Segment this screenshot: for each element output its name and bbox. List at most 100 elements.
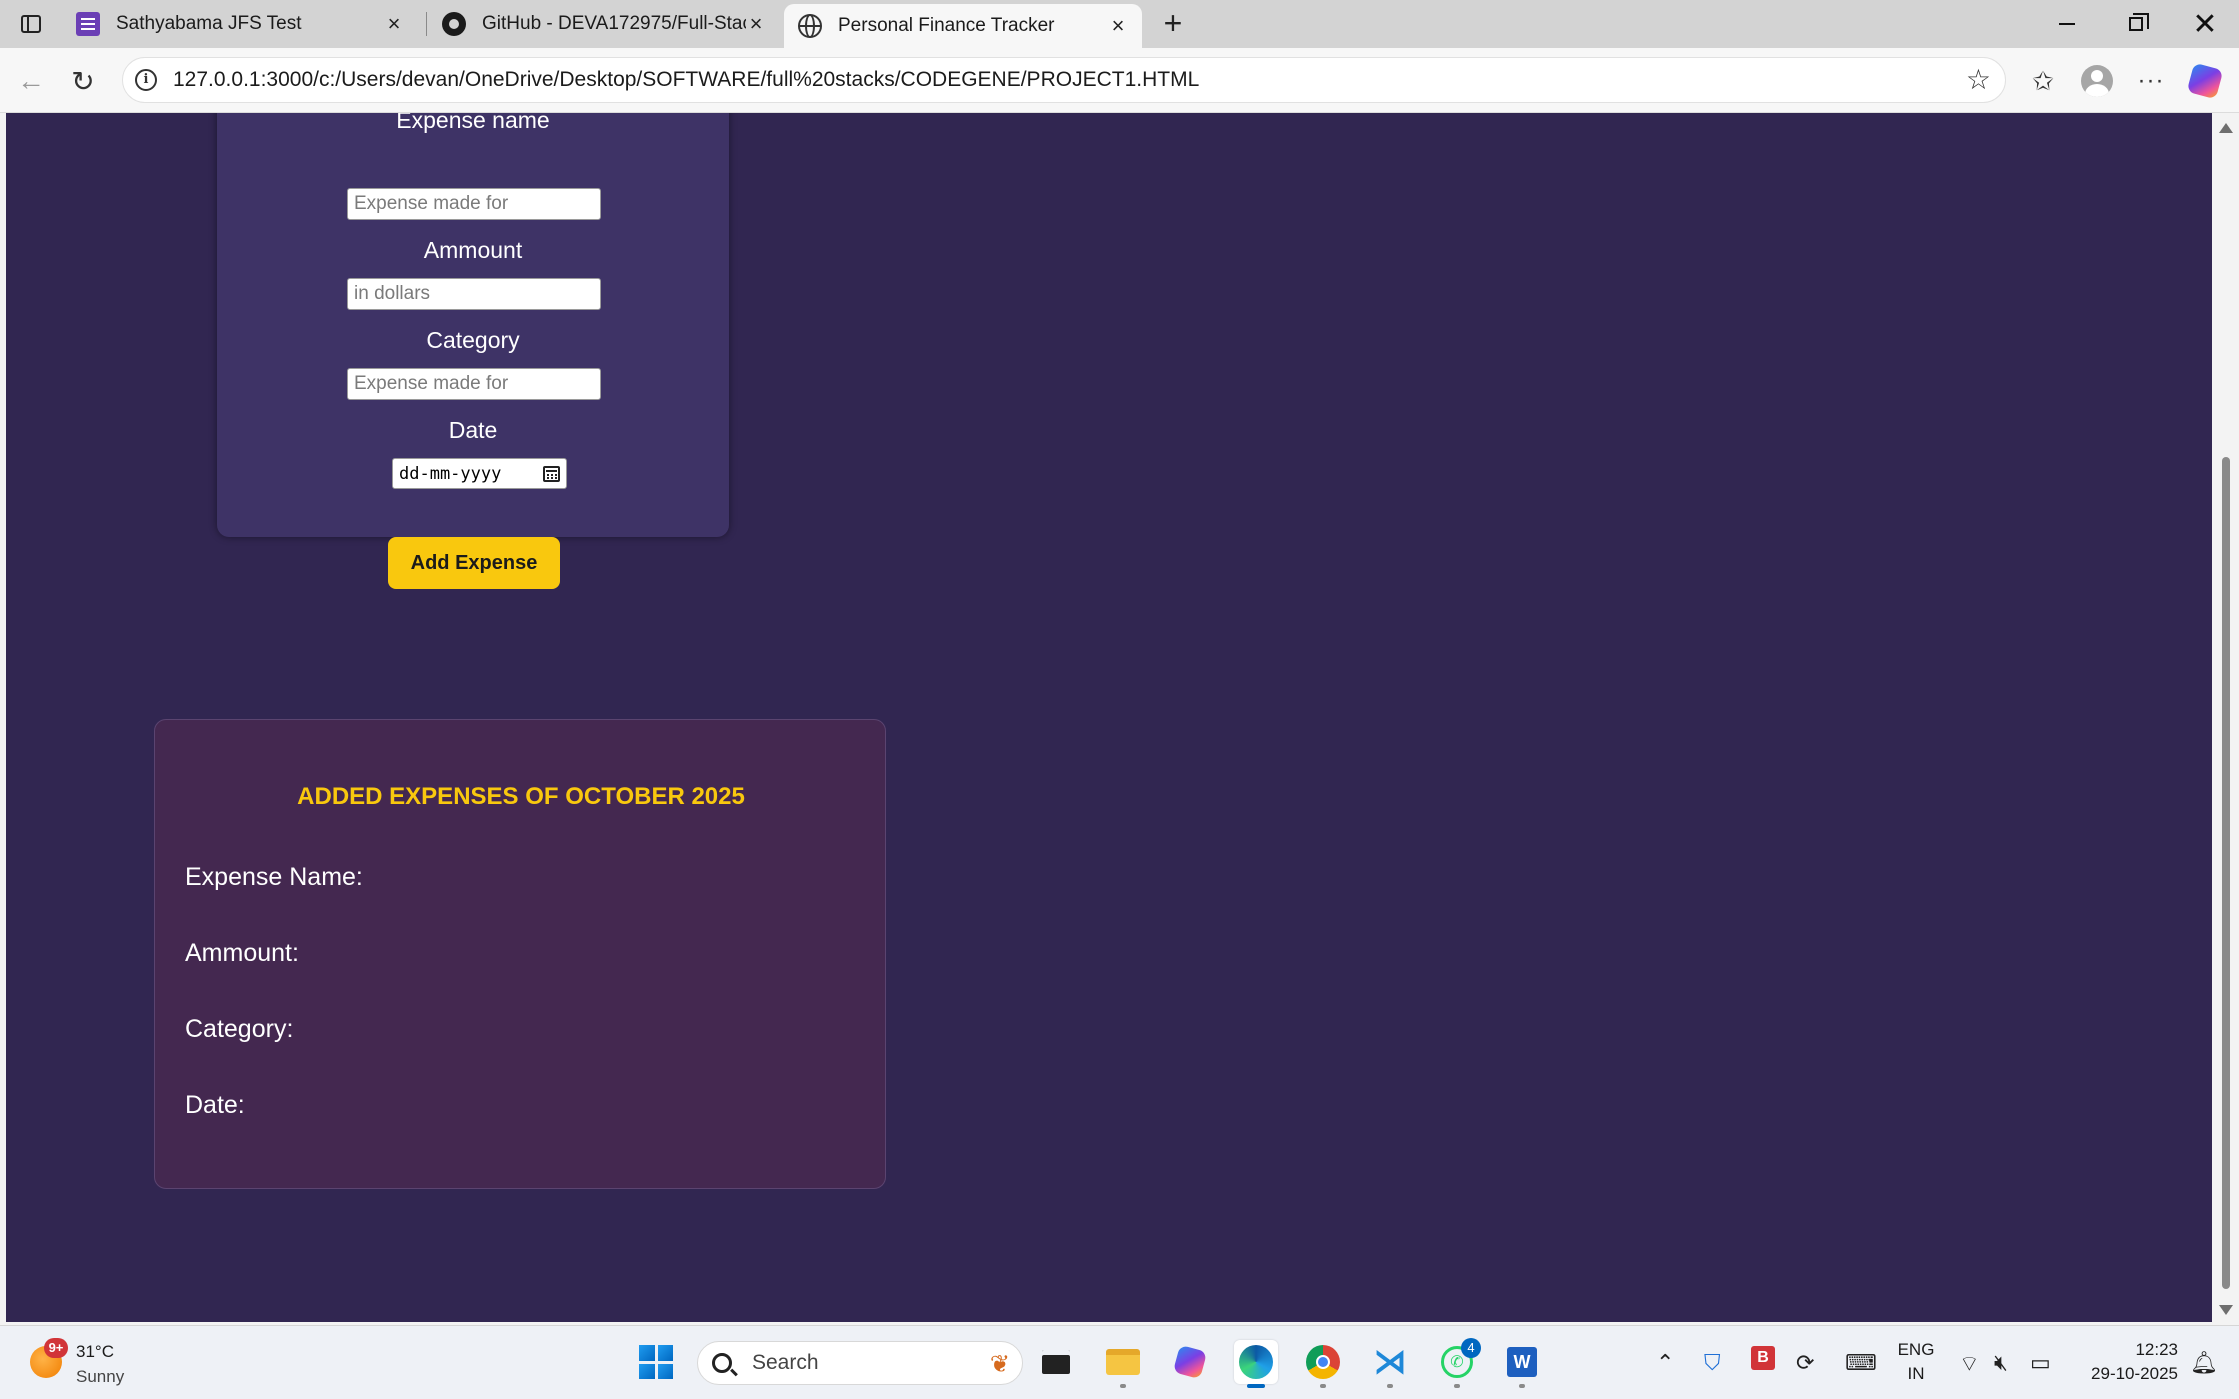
defender-shield-icon[interactable]: ⛉	[1704, 1350, 1721, 1376]
category-field: Category:	[185, 1015, 294, 1043]
category-input[interactable]	[347, 368, 601, 400]
scrollbar-thumb[interactable]	[2222, 457, 2230, 1289]
tab-actions-icon	[21, 15, 41, 33]
app-tray-icon[interactable]: B	[1751, 1346, 1775, 1370]
scroll-down-icon[interactable]	[2219, 1305, 2233, 1315]
whatsapp-badge: 4	[1461, 1338, 1481, 1358]
date-placeholder: dd-mm-yyyy	[399, 463, 502, 484]
url-text[interactable]: 127.0.0.1:3000/c:/Users/devan/OneDrive/D…	[173, 68, 1199, 92]
copilot-icon	[2186, 62, 2224, 100]
close-icon[interactable]: ×	[1108, 15, 1128, 37]
date-label: Date	[448, 417, 498, 443]
site-info-icon[interactable]: i	[135, 69, 157, 91]
folder-icon	[1106, 1349, 1140, 1375]
keyboard-icon[interactable]: ⌨	[1845, 1350, 1877, 1376]
back-button[interactable]: ←	[10, 60, 52, 102]
clock[interactable]: 12:23 29-10-2025	[2078, 1340, 2178, 1384]
edge-button[interactable]	[1234, 1340, 1278, 1388]
battery-icon[interactable]: ▭	[2030, 1350, 2051, 1376]
weather-description: Sunny	[76, 1367, 125, 1386]
forms-icon	[76, 12, 100, 36]
search-highlight-icon: ❦	[989, 1351, 1010, 1378]
calendar-icon[interactable]	[543, 466, 560, 482]
scroll-up-icon[interactable]	[2219, 123, 2233, 133]
reload-button[interactable]: ↻	[62, 60, 104, 102]
task-view-icon	[1042, 1350, 1070, 1374]
globe-icon	[798, 14, 822, 38]
more-options-button[interactable]: ···	[2130, 60, 2172, 102]
vscode-icon: ⋊	[1373, 1343, 1407, 1381]
vertical-scrollbar[interactable]	[2212, 113, 2239, 1325]
browser-toolbar: ← ↻ i 127.0.0.1:3000/c:/Users/devan/OneD…	[0, 48, 2239, 113]
github-icon	[442, 12, 466, 36]
word-button[interactable]: W	[1500, 1340, 1544, 1388]
favorite-star-icon[interactable]: ☆	[1966, 66, 1991, 94]
amount-input[interactable]	[347, 278, 601, 310]
new-tab-button[interactable]: +	[1155, 6, 1191, 42]
muted-speaker-icon[interactable]: 🔇︎	[1994, 1350, 2008, 1376]
tab-actions-button[interactable]	[12, 8, 50, 40]
category-label: Category	[426, 327, 520, 353]
clock-time: 12:23	[2135, 1340, 2178, 1359]
expense-name-label: Expense name	[396, 113, 550, 133]
address-bar[interactable]: i 127.0.0.1:3000/c:/Users/devan/OneDrive…	[122, 57, 2006, 103]
notification-badge: 9+	[44, 1338, 68, 1358]
page-viewport: Expense name Ammount Category Date dd-mm…	[0, 113, 2239, 1325]
word-icon: W	[1507, 1347, 1537, 1377]
tab-github[interactable]: GitHub - DEVA172975/Full-Stacks ×	[428, 0, 780, 48]
edge-icon	[1239, 1345, 1273, 1379]
chevron-up-icon[interactable]: ⌃	[1656, 1350, 1674, 1376]
minimize-icon	[2059, 23, 2075, 25]
tab-divider	[426, 12, 427, 36]
minimize-button[interactable]	[2034, 0, 2100, 48]
close-icon[interactable]: ×	[384, 13, 404, 35]
clock-date: 29-10-2025	[2091, 1364, 2178, 1383]
search-placeholder: Search	[752, 1351, 819, 1374]
copilot-button[interactable]	[2184, 60, 2226, 102]
restore-icon	[2129, 13, 2149, 31]
file-explorer-button[interactable]	[1101, 1340, 1145, 1388]
tab-personal-finance-tracker[interactable]: Personal Finance Tracker ×	[784, 4, 1142, 48]
amount-field: Ammount:	[185, 939, 299, 967]
language-code: ENG	[1897, 1340, 1935, 1359]
expense-form-card: Expense name Ammount Category Date dd-mm…	[217, 113, 729, 589]
restore-button[interactable]	[2103, 0, 2169, 48]
tab-strip: Sathyabama JFS Test × GitHub - DEVA17297…	[0, 0, 2239, 48]
search-icon	[712, 1353, 732, 1373]
amount-label: Ammount	[423, 237, 523, 263]
added-expenses-title: ADDED EXPENSES OF OCTOBER 2025	[297, 783, 745, 810]
close-window-button[interactable]: ✕	[2172, 0, 2238, 48]
tab-title: GitHub - DEVA172975/Full-Stacks	[482, 13, 746, 34]
weather-temperature: 31°C	[76, 1342, 114, 1361]
wifi-icon[interactable]: ⌔	[1959, 1350, 1980, 1378]
chrome-icon	[1306, 1345, 1340, 1379]
date-field: Date:	[185, 1091, 245, 1119]
vscode-button[interactable]: ⋊	[1368, 1340, 1412, 1388]
tab-sathyabama[interactable]: Sathyabama JFS Test ×	[62, 0, 418, 48]
copilot-app-button[interactable]	[1168, 1340, 1212, 1384]
chrome-button[interactable]	[1301, 1340, 1345, 1388]
taskbar-search[interactable]: Search ❦	[697, 1341, 1023, 1385]
tab-title: Sathyabama JFS Test	[116, 13, 302, 34]
notification-bell-icon[interactable]: 🔔︎	[2190, 1350, 2218, 1376]
taskbar: 9+ 31°C Sunny Search ❦ ⋊ ✆ 4 W ⌃ ⛉ B ⟳ ⌨…	[0, 1325, 2239, 1399]
added-expenses-card: ADDED EXPENSES OF OCTOBER 2025 Expense N…	[154, 719, 886, 1189]
language-indicator[interactable]: ENG IN	[1896, 1340, 1936, 1384]
profile-button[interactable]	[2076, 60, 2118, 102]
whatsapp-button[interactable]: ✆ 4	[1435, 1338, 1481, 1388]
start-button[interactable]	[634, 1340, 678, 1384]
favorites-button[interactable]: ✩	[2022, 60, 2064, 102]
region-code: IN	[1907, 1364, 1925, 1383]
close-icon[interactable]: ×	[746, 13, 766, 35]
expense-name-field: Expense Name:	[185, 863, 363, 891]
task-view-button[interactable]	[1034, 1340, 1078, 1384]
tab-title: Personal Finance Tracker	[838, 15, 1055, 36]
sync-icon[interactable]: ⟳	[1796, 1350, 1814, 1376]
copilot-app-icon	[1172, 1344, 1208, 1380]
expense-name-input[interactable]	[347, 188, 601, 220]
add-expense-button[interactable]: Add Expense	[388, 537, 560, 589]
windows-icon	[639, 1345, 673, 1379]
avatar-icon	[2081, 65, 2113, 97]
date-input[interactable]: dd-mm-yyyy	[392, 458, 567, 489]
page-content: Expense name Ammount Category Date dd-mm…	[6, 113, 2212, 1322]
